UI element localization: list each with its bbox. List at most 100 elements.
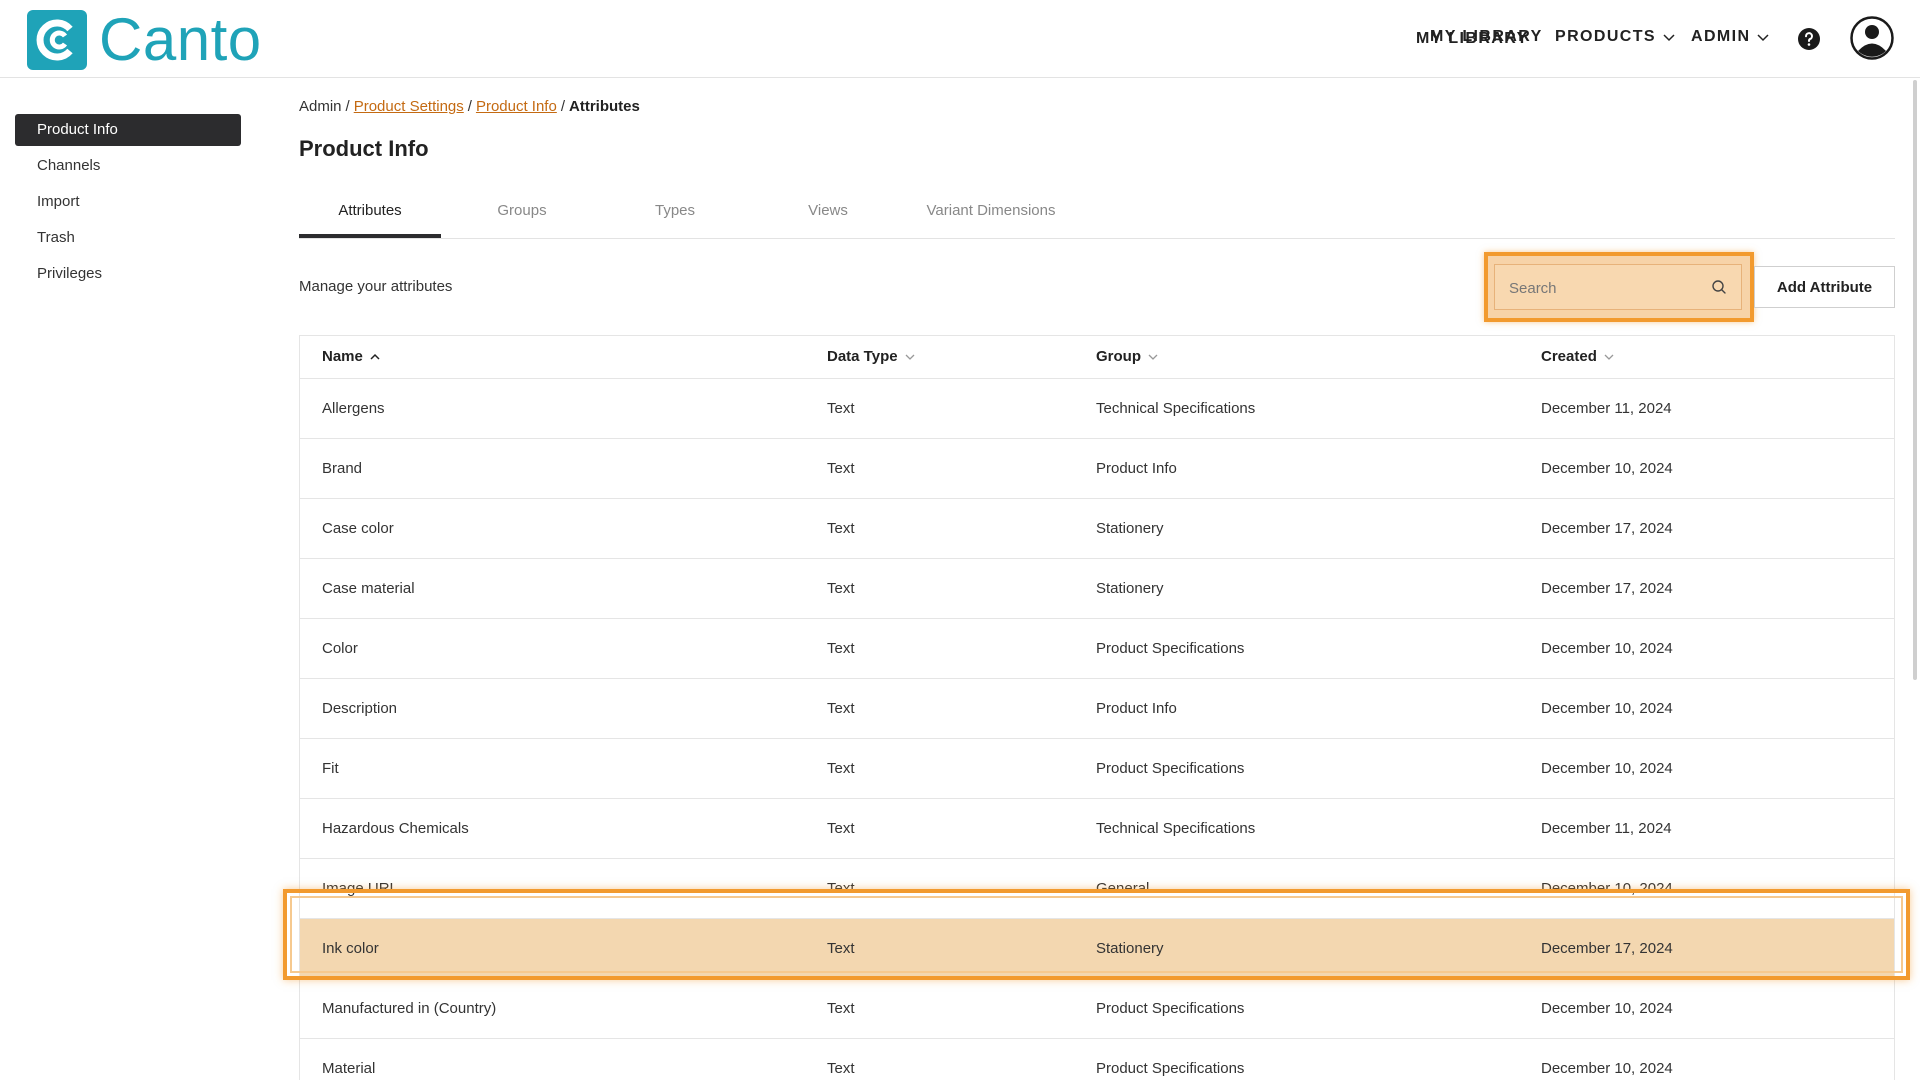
table-row[interactable]: Manufactured in (Country) Text Product S…: [300, 979, 1894, 1039]
table-row[interactable]: Case color Text Stationery December 17, …: [300, 499, 1894, 559]
tab-groups[interactable]: Groups: [451, 196, 593, 238]
attributes-table: Name Data Type Group Created Allergens T…: [299, 335, 1895, 1080]
breadcrumb-product-settings-link[interactable]: Product Settings: [354, 98, 464, 115]
breadcrumb-separator: /: [560, 98, 565, 115]
sidebar-item-channels[interactable]: Channels: [15, 150, 241, 182]
cell-created: December 10, 2024: [1541, 760, 1673, 777]
sidebar-item-import[interactable]: Import: [15, 186, 241, 218]
chevron-down-icon: [905, 354, 915, 360]
breadcrumb-separator: /: [345, 98, 350, 115]
cell-created: December 17, 2024: [1541, 580, 1673, 597]
cell-data-type: Text: [827, 400, 855, 417]
cell-data-type: Text: [827, 1000, 855, 1017]
cell-data-type: Text: [827, 700, 855, 717]
add-attribute-button[interactable]: Add Attribute: [1754, 266, 1895, 308]
breadcrumb: Admin / Product Settings / Product Info / Attr…: [299, 98, 640, 115]
cell-created: December 11, 2024: [1541, 820, 1672, 837]
column-header-name[interactable]: Name: [322, 336, 381, 378]
nav-admin[interactable]: ADMIN: [1691, 28, 1770, 46]
column-header-created-label: Created: [1541, 348, 1597, 365]
nav-products[interactable]: PRODUCTS: [1555, 28, 1676, 46]
cell-group: Product Info: [1096, 460, 1177, 477]
breadcrumb-current: Attributes: [569, 98, 640, 115]
user-avatar-icon[interactable]: [1850, 16, 1894, 60]
table-row[interactable]: Allergens Text Technical Specifications …: [300, 379, 1894, 439]
table-row[interactable]: Description Text Product Info December 1…: [300, 679, 1894, 739]
cell-name: Ink color: [322, 940, 379, 957]
cell-data-type: Text: [827, 880, 855, 897]
chevron-down-icon: [1663, 34, 1675, 42]
cell-name: Color: [322, 640, 358, 657]
cell-created: December 10, 2024: [1541, 460, 1673, 477]
cell-name: Material: [322, 1060, 376, 1077]
cell-created: December 10, 2024: [1541, 1060, 1673, 1077]
cell-data-type: Text: [827, 820, 855, 837]
cell-group: Stationery: [1096, 520, 1164, 537]
table-header: Name Data Type Group Created: [300, 336, 1894, 379]
cell-data-type: Text: [827, 520, 855, 537]
cell-data-type: Text: [827, 760, 855, 777]
cell-group: Product Specifications: [1096, 1000, 1245, 1017]
top-header: Canto MY LIBRARY MY LIBRARY PRODUCTS ADM…: [0, 0, 1920, 78]
tab-variant-dimensions[interactable]: Variant Dimensions: [911, 196, 1071, 238]
cell-data-type: Text: [827, 640, 855, 657]
cell-created: December 11, 2024: [1541, 400, 1672, 417]
canto-logo[interactable]: Canto: [27, 10, 262, 70]
cell-data-type: Text: [827, 940, 855, 957]
column-header-created[interactable]: Created: [1541, 336, 1615, 378]
table-row[interactable]: Material Text Product Specifications Dec…: [300, 1039, 1894, 1080]
cell-group: General: [1096, 880, 1150, 897]
cell-created: December 17, 2024: [1541, 520, 1673, 537]
breadcrumb-product-info-link[interactable]: Product Info: [476, 98, 557, 115]
column-header-data-type[interactable]: Data Type: [827, 336, 916, 378]
breadcrumb-admin: Admin: [299, 98, 342, 115]
nav-my-library-link[interactable]: MY LIBRARY: [1430, 28, 1543, 46]
cell-created: December 10, 2024: [1541, 880, 1673, 897]
cell-group: Product Specifications: [1096, 1060, 1245, 1077]
cell-created: December 10, 2024: [1541, 700, 1673, 717]
tab-types[interactable]: Types: [604, 196, 746, 238]
table-row[interactable]: Fit Text Product Specifications December…: [300, 739, 1894, 799]
table-row[interactable]: Hazardous Chemicals Text Technical Speci…: [300, 799, 1894, 859]
nav-my-library-text: MY LIBRARY: [1430, 28, 1543, 45]
search-icon[interactable]: [1711, 279, 1727, 295]
help-icon[interactable]: [1797, 27, 1821, 51]
page-title: Product Info: [299, 136, 429, 161]
sidebar-item-privileges[interactable]: Privileges: [15, 258, 241, 290]
cell-name: Image URL: [322, 880, 398, 897]
sidebar-item-product-info[interactable]: Product Info: [15, 114, 241, 146]
canto-logo-text: Canto: [99, 6, 262, 73]
cell-name: Brand: [322, 460, 363, 477]
cell-data-type: Text: [827, 1060, 855, 1077]
chevron-down-icon: [1604, 354, 1614, 360]
cell-name: Case color: [322, 520, 394, 537]
cell-group: Technical Specifications: [1096, 820, 1256, 837]
page-scrollbar[interactable]: [1913, 80, 1917, 680]
cell-group: Product Specifications: [1096, 760, 1245, 777]
cell-name: Allergens: [322, 400, 385, 417]
nav-products-label: PRODUCTS: [1555, 28, 1656, 45]
table-row[interactable]: Color Text Product Specifications Decemb…: [300, 619, 1894, 679]
cell-name: Hazardous Chemicals: [322, 820, 469, 837]
sidebar-item-trash[interactable]: Trash: [15, 222, 241, 254]
cell-group: Product Info: [1096, 700, 1177, 717]
column-header-group[interactable]: Group: [1096, 336, 1159, 378]
cell-created: December 17, 2024: [1541, 940, 1673, 957]
tab-attributes[interactable]: Attributes: [299, 196, 441, 238]
tab-views[interactable]: Views: [757, 196, 899, 238]
cell-name: Description: [322, 700, 398, 717]
cell-group: Stationery: [1096, 580, 1164, 597]
page-subtitle: Manage your attributes: [299, 278, 453, 295]
canto-logo-icon: [27, 10, 87, 70]
table-row[interactable]: Brand Text Product Info December 10, 202…: [300, 439, 1894, 499]
column-header-data-type-label: Data Type: [827, 348, 898, 365]
table-row[interactable]: Image URL Text General December 10, 2024: [300, 859, 1894, 919]
chevron-down-icon: [1757, 34, 1769, 42]
column-header-name-label: Name: [322, 348, 363, 365]
nav-admin-label: ADMIN: [1691, 28, 1751, 45]
table-row[interactable]: Case material Text Stationery December 1…: [300, 559, 1894, 619]
table-row-highlighted[interactable]: Ink color Text Stationery December 17, 2…: [300, 919, 1894, 979]
cell-data-type: Text: [827, 580, 855, 597]
search-input[interactable]: [1495, 265, 1711, 311]
search-field[interactable]: [1494, 264, 1742, 311]
